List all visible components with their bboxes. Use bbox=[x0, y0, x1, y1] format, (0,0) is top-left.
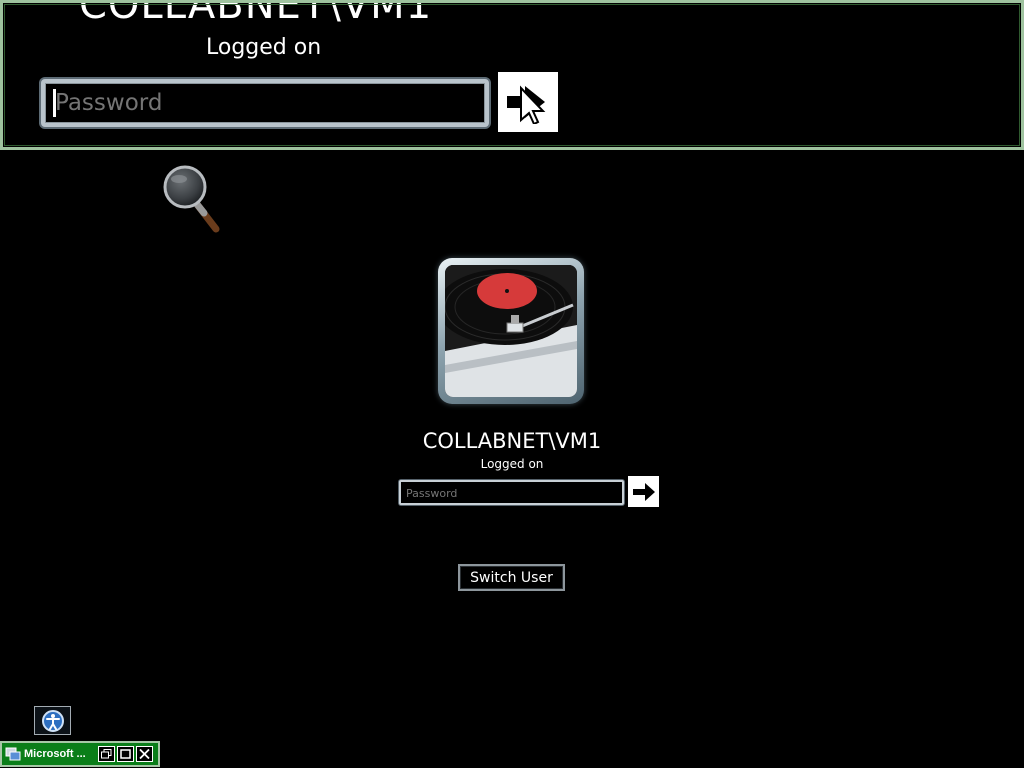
close-button[interactable] bbox=[136, 746, 153, 762]
restore-icon bbox=[101, 749, 112, 759]
maximize-icon bbox=[120, 749, 131, 759]
magnified-password-field[interactable] bbox=[41, 79, 489, 127]
app-icon bbox=[5, 746, 21, 762]
password-input[interactable] bbox=[401, 483, 622, 504]
magnifier-icon[interactable] bbox=[160, 163, 222, 235]
ease-of-access-icon bbox=[41, 709, 64, 732]
arrow-right-cursor-icon bbox=[507, 85, 546, 124]
logged-on-status: Logged on bbox=[480, 457, 544, 471]
magnified-logged-on-status: Logged on bbox=[206, 35, 322, 60]
magnified-password-input[interactable] bbox=[45, 83, 485, 123]
restore-button[interactable] bbox=[98, 746, 115, 762]
switch-user-button[interactable]: Switch User bbox=[458, 564, 565, 591]
username-label: COLLABNET\VM1 bbox=[422, 429, 602, 453]
arrow-right-icon bbox=[632, 482, 655, 501]
password-field[interactable] bbox=[399, 480, 624, 505]
maximize-button[interactable] bbox=[117, 746, 134, 762]
user-picture-frame bbox=[438, 258, 584, 404]
ease-of-access-button[interactable] bbox=[34, 706, 71, 735]
submit-arrow-button[interactable] bbox=[628, 476, 659, 507]
magnified-username: COLLABNET\VM1 bbox=[79, 0, 433, 28]
close-icon bbox=[139, 749, 150, 759]
magnified-submit-arrow-button[interactable] bbox=[498, 72, 558, 132]
user-picture bbox=[445, 265, 577, 397]
minimized-window-title: Microsoft ... bbox=[24, 748, 86, 760]
minimized-window-bar[interactable]: Microsoft ... bbox=[0, 741, 160, 767]
text-caret bbox=[53, 89, 56, 117]
magnifier-window[interactable]: COLLABNET\VM1 Logged on bbox=[0, 0, 1024, 150]
